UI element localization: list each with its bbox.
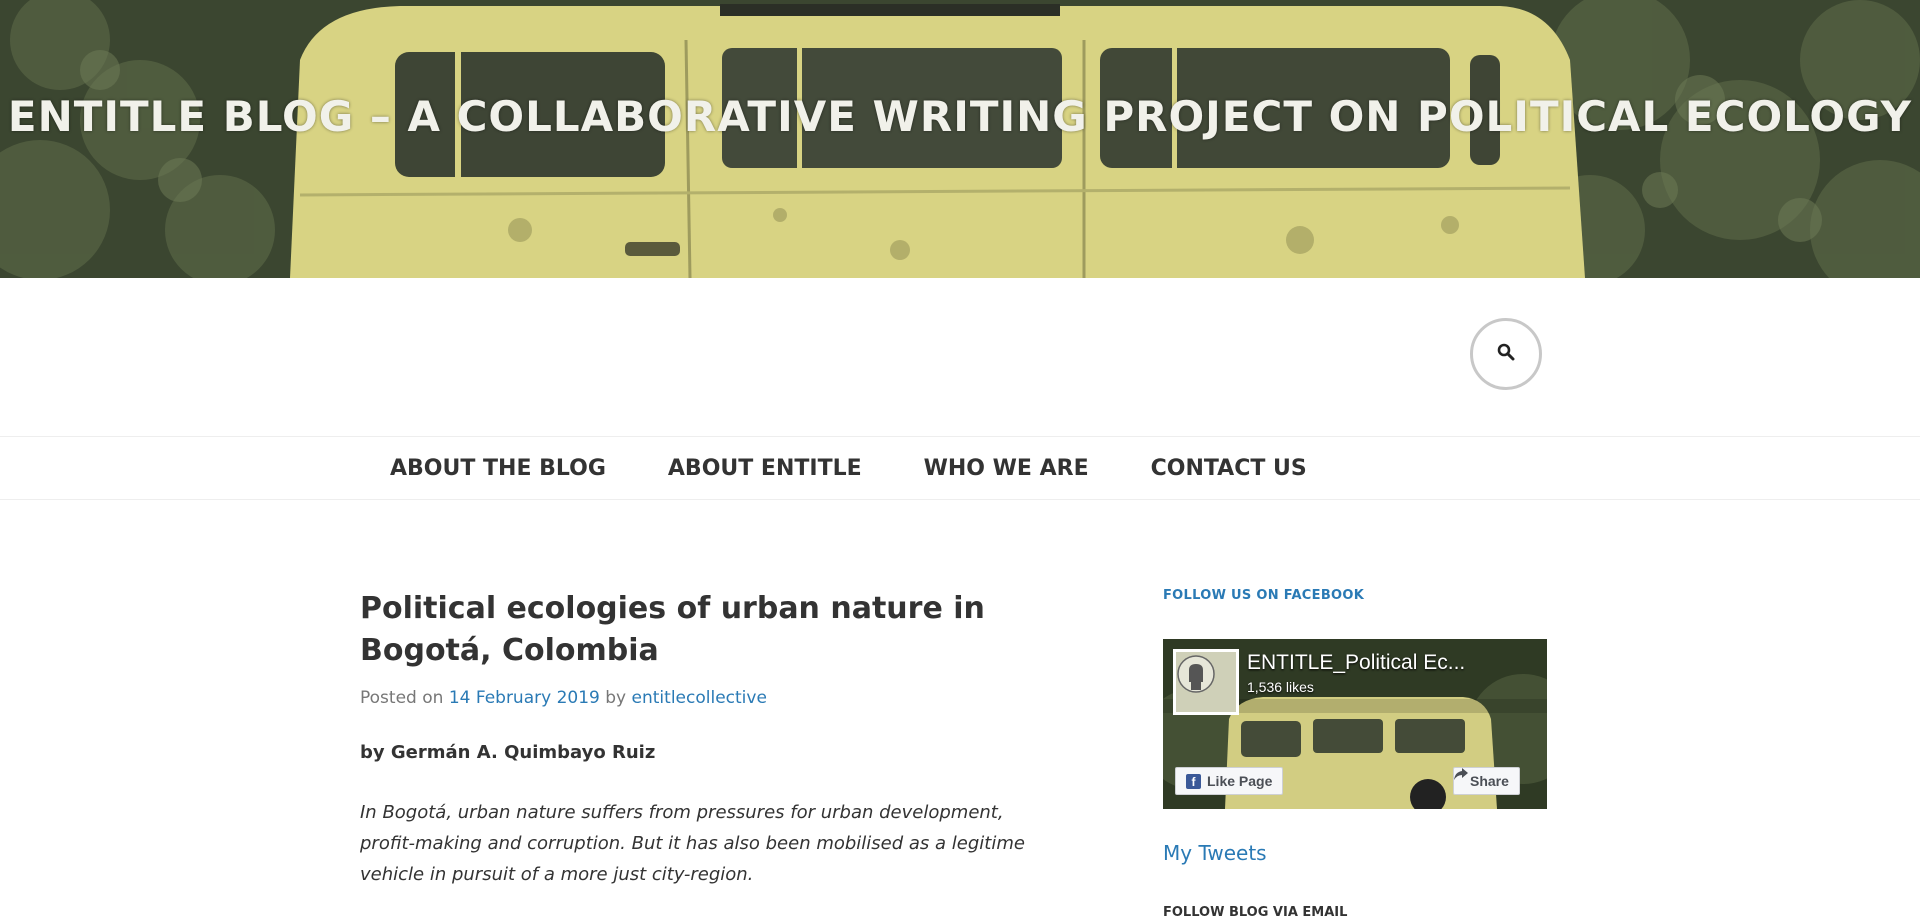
nav-item-who-we-are[interactable]: WHO WE ARE	[924, 456, 1089, 481]
facebook-icon: f	[1186, 773, 1201, 789]
follow-email-widget-title: FOLLOW BLOG VIA EMAIL	[1163, 905, 1348, 920]
nav-item-about-the-blog[interactable]: ABOUT THE BLOG	[390, 456, 606, 481]
sidebar: FOLLOW US ON FACEBOOK ENTITLE_Political …	[1163, 588, 1547, 920]
my-tweets-link[interactable]: My Tweets	[1163, 841, 1267, 865]
nav-item-about-entitle[interactable]: ABOUT ENTITLE	[668, 456, 862, 481]
facebook-like-page-button[interactable]: f Like Page	[1175, 767, 1284, 795]
post-author-link[interactable]: entitlecollective	[632, 688, 767, 708]
post-meta-prefix: Posted on	[360, 688, 444, 708]
search-button[interactable]	[1470, 318, 1542, 390]
facebook-page-widget[interactable]: ENTITLE_Political Ec... 1,536 likes f Li…	[1163, 639, 1547, 809]
post-date-link[interactable]: 14 February 2019	[449, 688, 600, 708]
share-label: Share	[1470, 773, 1509, 789]
facebook-likes-count: 1,536 likes	[1247, 679, 1314, 695]
post-byline: by Germán A. Quimbayo Ruiz	[360, 742, 656, 763]
facebook-page-avatar[interactable]	[1173, 649, 1239, 715]
site-title[interactable]: ENTITLE BLOG – A COLLABORATIVE WRITING P…	[0, 92, 1920, 141]
search-icon	[1497, 343, 1515, 365]
post-title[interactable]: Political ecologies of urban nature in B…	[360, 588, 1040, 672]
post-meta: Posted on 14 February 2019 by entitlecol…	[360, 688, 1040, 708]
nav-item-contact-us[interactable]: CONTACT US	[1151, 456, 1307, 481]
facebook-widget-title: FOLLOW US ON FACEBOOK	[1163, 588, 1365, 603]
main-navigation: ABOUT THE BLOG ABOUT ENTITLE WHO WE ARE …	[0, 436, 1920, 500]
header-banner: ENTITLE BLOG – A COLLABORATIVE WRITING P…	[0, 0, 1920, 278]
facebook-page-name[interactable]: ENTITLE_Political Ec...	[1247, 651, 1465, 675]
post-lead: In Bogotá, urban nature suffers from pre…	[360, 802, 1025, 885]
like-page-label: Like Page	[1207, 773, 1273, 789]
post-article: Political ecologies of urban nature in B…	[360, 588, 1040, 890]
post-meta-by: by	[605, 688, 627, 708]
facebook-share-button[interactable]: Share	[1453, 767, 1520, 795]
search-row	[0, 278, 1920, 436]
